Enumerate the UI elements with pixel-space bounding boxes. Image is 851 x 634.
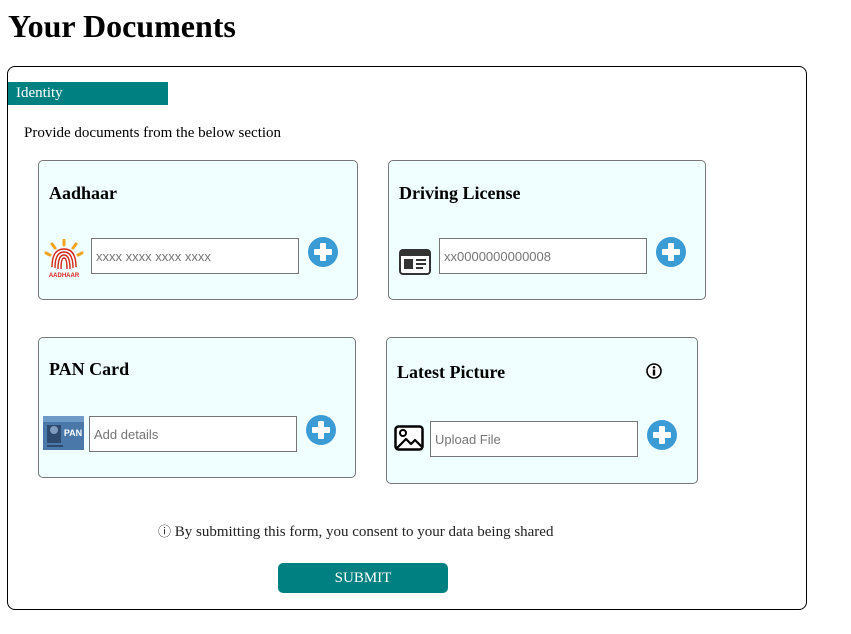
aadhaar-input[interactable] bbox=[91, 238, 299, 274]
submit-button[interactable]: SUBMIT bbox=[278, 563, 448, 593]
consent-notice: ⓘ By submitting this form, you consent t… bbox=[158, 523, 553, 542]
driving-license-add-button[interactable] bbox=[656, 237, 686, 267]
image-icon bbox=[394, 425, 424, 451]
aadhaar-title: Aadhaar bbox=[49, 183, 118, 203]
pan-card-add-button[interactable] bbox=[306, 415, 336, 445]
driving-license-card: Driving License bbox=[388, 160, 706, 300]
info-icon[interactable] bbox=[646, 363, 662, 379]
aadhaar-card: Aadhaar AADHAAR bbox=[38, 160, 358, 300]
aadhaar-logo-text: AADHAAR bbox=[49, 273, 80, 279]
pan-card-icon: PAN bbox=[43, 416, 84, 450]
driving-license-title: Driving License bbox=[399, 183, 521, 203]
latest-picture-card: Latest Picture bbox=[386, 337, 698, 484]
driving-license-input[interactable] bbox=[439, 238, 647, 274]
documents-panel: Identity Provide documents from the belo… bbox=[7, 66, 807, 610]
pan-card: PAN Card PAN bbox=[38, 337, 356, 478]
aadhaar-logo-icon: AADHAAR bbox=[44, 239, 84, 279]
latest-picture-add-button[interactable] bbox=[647, 420, 677, 450]
license-card-icon bbox=[399, 249, 431, 275]
page-title: Your Documents bbox=[8, 8, 236, 44]
pan-card-input[interactable] bbox=[89, 416, 297, 452]
consent-text: By submitting this form, you consent to … bbox=[174, 524, 554, 540]
instructions-text: Provide documents from the below section bbox=[24, 125, 282, 141]
section-tab-identity: Identity bbox=[8, 82, 168, 105]
pan-card-title: PAN Card bbox=[49, 359, 130, 379]
consent-info-icon: ⓘ bbox=[158, 525, 172, 540]
latest-picture-input[interactable] bbox=[430, 421, 638, 457]
latest-picture-title: Latest Picture bbox=[397, 362, 506, 382]
pan-card-icon-text: PAN bbox=[64, 428, 82, 438]
aadhaar-add-button[interactable] bbox=[308, 237, 338, 267]
